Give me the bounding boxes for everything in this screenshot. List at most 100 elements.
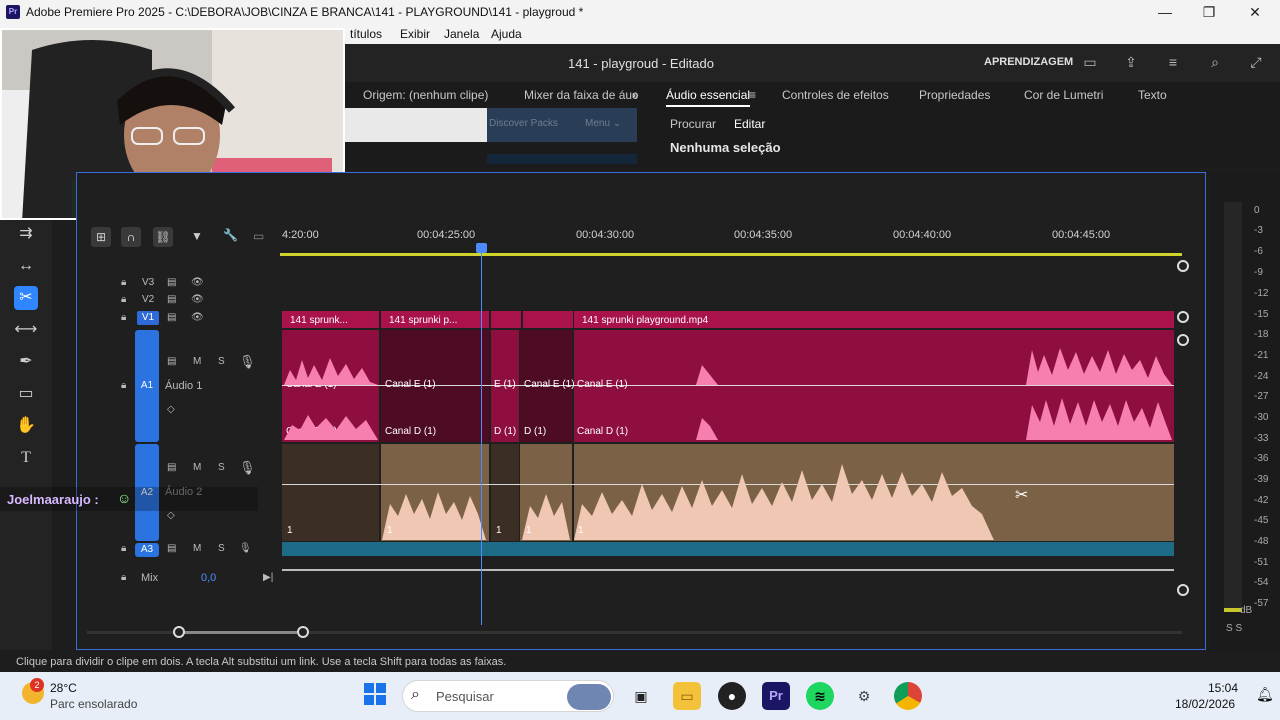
solo-button[interactable]: S (218, 356, 225, 367)
clock-date[interactable]: 18/02/2026 (1175, 697, 1235, 711)
fullscreen-icon[interactable]: ⤢ (1247, 54, 1265, 70)
playhead-handle[interactable] (476, 243, 487, 253)
track-name-a1[interactable]: Áudio 1 (165, 380, 202, 392)
learn-workspace-button[interactable]: APRENDIZAGEM (984, 56, 1073, 68)
panel-layout-icon[interactable]: ▭ (1081, 54, 1099, 70)
mic-icon[interactable]: 🎙︎ (239, 543, 252, 554)
vertical-scroll-handle[interactable] (1177, 334, 1189, 346)
notification-bell-icon[interactable]: 🔔︎ (1256, 686, 1274, 703)
lock-icon[interactable]: 🔒︎ (121, 543, 126, 554)
export-icon[interactable]: ⇪ (1122, 54, 1140, 70)
tab-menu-icon[interactable]: ≡ (749, 88, 756, 102)
tab-lumetri-color[interactable]: Cor de Lumetri (1024, 88, 1103, 102)
tab-properties[interactable]: Propriedades (919, 88, 990, 102)
snap-icon[interactable]: ∩ (121, 227, 141, 247)
horizontal-scrollbar[interactable] (87, 626, 1182, 638)
mic-icon[interactable]: 🎙︎ (239, 460, 256, 476)
obs-icon[interactable]: ● (718, 682, 746, 710)
task-view-icon[interactable]: ▣ (627, 682, 655, 710)
type-tool-icon[interactable]: T (14, 446, 38, 470)
solo-button[interactable]: S (218, 543, 225, 554)
video-clip[interactable]: 141 sprunki p... (381, 311, 489, 328)
video-clip[interactable]: 141 sprunki playground.mp4 (574, 311, 1174, 328)
minimize-button[interactable]: — (1150, 2, 1180, 22)
solo-indicators[interactable]: S S (1226, 623, 1242, 634)
pen-tool-icon[interactable]: ✒ (14, 350, 38, 374)
video-clip[interactable] (523, 311, 573, 328)
track-select-tool-icon[interactable]: ⇉ (14, 222, 38, 246)
video-clip[interactable] (491, 311, 521, 328)
settings-gear-icon[interactable]: ⚙ (850, 682, 878, 710)
linked-selection-icon[interactable]: ⛓ (153, 227, 173, 247)
taskbar-search[interactable]: ⌕ Pesquisar (402, 680, 614, 712)
tab-source[interactable]: Origem: (nenhum clipe) (363, 88, 488, 102)
search-icon[interactable]: ⌕ (1206, 54, 1224, 70)
vertical-scroll-handle[interactable] (1177, 260, 1189, 272)
toggle-sync-icon[interactable]: ▤ (167, 356, 176, 367)
restore-button[interactable]: ❐ (1194, 2, 1224, 22)
windows-start-icon[interactable] (361, 682, 389, 710)
lock-icon[interactable]: 🔒︎ (121, 380, 126, 391)
track-label-v1[interactable]: V1 (137, 311, 159, 325)
add-marker-icon[interactable]: ▼ (191, 229, 203, 243)
lock-icon[interactable]: 🔒︎ (121, 572, 126, 583)
toggle-sync-icon[interactable]: ▤ (167, 462, 176, 473)
tabs-overflow-button[interactable]: » (632, 88, 639, 102)
weather-temp[interactable]: 28°C (50, 681, 77, 695)
file-explorer-icon[interactable]: ▭ (673, 682, 701, 710)
clock-time[interactable]: 15:04 (1208, 681, 1238, 695)
pan-end-icon[interactable]: ▶| (263, 572, 273, 583)
rectangle-tool-icon[interactable]: ▭ (14, 382, 38, 406)
scroll-handle-right[interactable] (297, 626, 309, 638)
weather-desc[interactable]: Parc ensolarado (50, 697, 137, 711)
chrome-icon[interactable] (894, 682, 922, 710)
mute-button[interactable]: M (193, 543, 201, 554)
premiere-taskbar-icon[interactable]: Pr (762, 682, 790, 710)
ripple-edit-tool-icon[interactable]: ↔ (14, 254, 38, 278)
menu-lines-icon[interactable]: ≡ (1164, 54, 1182, 70)
toggle-sync-icon[interactable]: ▤ (167, 312, 176, 323)
lock-icon[interactable]: 🔒︎ (121, 312, 126, 323)
captions-icon[interactable]: ▭ (253, 229, 264, 243)
toggle-sync-icon[interactable]: ▤ (167, 543, 176, 554)
essential-audio-edit-tab[interactable]: Editar (734, 117, 765, 131)
track-label-a1[interactable]: A1 (135, 330, 159, 442)
close-button[interactable]: ✕ (1240, 2, 1270, 22)
scroll-thumb[interactable] (173, 631, 297, 634)
menu-window[interactable]: Janela (444, 27, 479, 41)
keyframe-icon[interactable]: ◇ (167, 510, 175, 521)
eye-icon[interactable]: 👁︎ (191, 277, 204, 288)
menu-view[interactable]: Exibir (400, 27, 430, 41)
essential-audio-browse-tab[interactable]: Procurar (670, 117, 716, 131)
video-clip[interactable]: 141 sprunk... (282, 311, 379, 328)
mix-value[interactable]: 0,0 (201, 572, 216, 584)
mute-button[interactable]: M (193, 462, 201, 473)
lock-icon[interactable]: 🔒︎ (121, 294, 126, 305)
a3-audio-clip[interactable] (282, 542, 1174, 556)
vertical-scroll-handle[interactable] (1177, 311, 1189, 323)
lock-icon[interactable]: 🔒︎ (121, 277, 126, 288)
eye-icon[interactable]: 👁︎ (191, 294, 204, 305)
tab-effect-controls[interactable]: Controles de efeitos (782, 88, 889, 102)
toggle-sync-icon[interactable]: ▤ (167, 277, 176, 288)
mic-icon[interactable]: 🎙︎ (239, 354, 256, 370)
mute-button[interactable]: M (193, 356, 201, 367)
tab-text[interactable]: Texto (1138, 88, 1167, 102)
track-label-a3[interactable]: A3 (135, 543, 159, 557)
settings-wrench-icon[interactable]: 🔧 (223, 228, 238, 242)
insert-sequence-icon[interactable]: ⊞ (91, 227, 111, 247)
hand-tool-icon[interactable]: ✋ (14, 414, 38, 438)
menu-titles[interactable]: títulos (350, 27, 382, 41)
tab-essential-audio[interactable]: Áudio essencial (666, 88, 751, 107)
work-area-bar[interactable] (280, 253, 1182, 256)
slip-tool-icon[interactable]: ⟷ (14, 318, 38, 342)
scroll-handle-left[interactable] (173, 626, 185, 638)
spotify-icon[interactable]: ≋ (806, 682, 834, 710)
keyframe-icon[interactable]: ◇ (167, 404, 175, 415)
razor-tool-icon[interactable]: ✂ (14, 286, 38, 310)
toggle-sync-icon[interactable]: ▤ (167, 294, 176, 305)
eye-icon[interactable]: 👁︎ (191, 312, 204, 323)
vertical-scroll-handle[interactable] (1177, 584, 1189, 596)
playhead-line[interactable] (481, 245, 482, 625)
tab-audio-track-mixer[interactable]: Mixer da faixa de áuc (524, 88, 638, 102)
